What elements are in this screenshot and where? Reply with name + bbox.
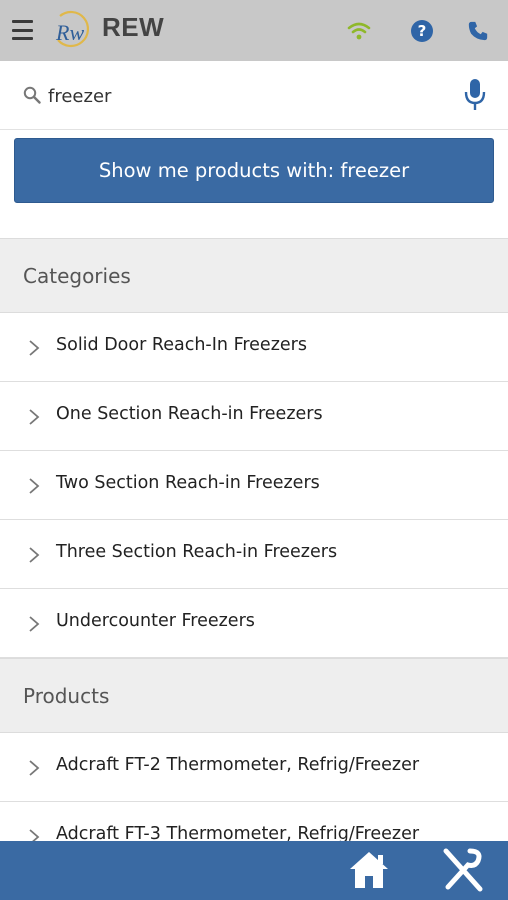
search-input[interactable] [48, 79, 438, 113]
show-products-button[interactable]: Show me products with: freezer [14, 138, 494, 203]
bottom-nav [0, 841, 508, 900]
category-item[interactable]: Two Section Reach-in Freezers [0, 451, 508, 520]
microphone-icon[interactable] [462, 77, 488, 113]
app-title: REW [102, 12, 165, 42]
svg-text:Rw: Rw [55, 20, 84, 45]
search-bar [0, 61, 508, 130]
section-title: Products [23, 684, 110, 708]
category-item[interactable]: Undercounter Freezers [0, 589, 508, 658]
svg-text:?: ? [418, 22, 427, 40]
category-item[interactable]: One Section Reach-in Freezers [0, 382, 508, 451]
category-label: One Section Reach-in Freezers [56, 404, 323, 424]
wifi-icon [346, 18, 372, 44]
phone-icon[interactable] [465, 18, 491, 44]
category-item[interactable]: Solid Door Reach-In Freezers [0, 313, 508, 382]
menu-icon[interactable] [12, 20, 33, 40]
search-icon [23, 86, 41, 104]
category-item[interactable]: Three Section Reach-in Freezers [0, 520, 508, 589]
rew-logo: Rw [55, 10, 89, 48]
categories-header: Categories [0, 238, 508, 313]
chevron-right-icon [29, 547, 40, 563]
section-title: Categories [23, 264, 131, 288]
chevron-right-icon [29, 760, 40, 776]
utensils-icon[interactable] [440, 847, 484, 893]
product-item[interactable]: Adcraft FT-2 Thermometer, Refrig/Freezer [0, 733, 508, 802]
products-header: Products [0, 658, 508, 733]
category-label: Two Section Reach-in Freezers [56, 473, 320, 493]
product-label: Adcraft FT-2 Thermometer, Refrig/Freezer [56, 755, 420, 775]
chevron-right-icon [29, 616, 40, 632]
category-label: Undercounter Freezers [56, 611, 255, 631]
category-label: Solid Door Reach-In Freezers [56, 335, 307, 355]
app-header: Rw REW ? [0, 0, 508, 61]
home-icon[interactable] [348, 849, 390, 891]
help-icon[interactable]: ? [409, 18, 435, 44]
chevron-right-icon [29, 340, 40, 356]
chevron-right-icon [29, 409, 40, 425]
category-label: Three Section Reach-in Freezers [56, 542, 338, 562]
chevron-right-icon [29, 478, 40, 494]
